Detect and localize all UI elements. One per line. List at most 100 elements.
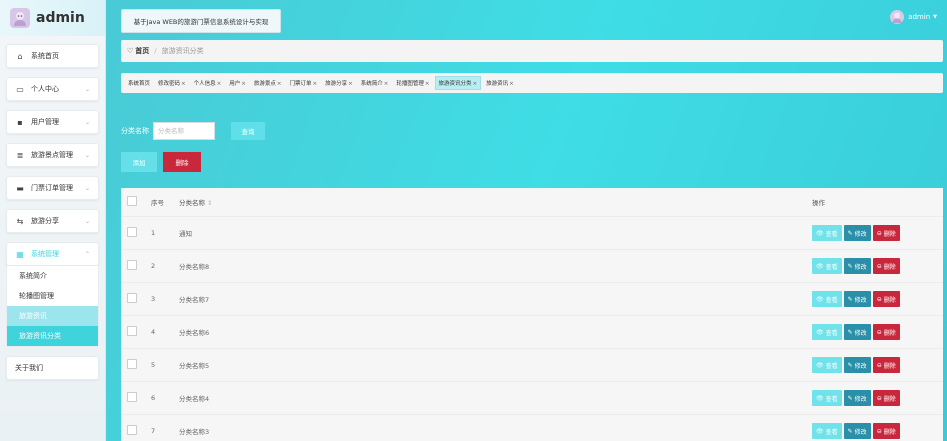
row-checkbox[interactable]: [127, 227, 137, 237]
row-checkbox[interactable]: [127, 326, 137, 336]
close-icon[interactable]: ×: [241, 81, 246, 87]
close-icon[interactable]: ×: [277, 81, 282, 87]
view-button[interactable]: 👁 查看: [812, 357, 842, 373]
view-button[interactable]: 👁 查看: [812, 423, 842, 439]
close-icon[interactable]: ×: [181, 81, 186, 87]
query-button[interactable]: 查询: [231, 122, 265, 140]
tab-7[interactable]: 系统简介×: [358, 77, 392, 89]
delete-label: 删除: [883, 230, 896, 238]
row-index: 3: [150, 282, 178, 316]
close-icon[interactable]: ×: [313, 81, 318, 87]
row-delete-button[interactable]: ⊖ 删除: [872, 423, 900, 439]
row-delete-button[interactable]: ⊖ 删除: [872, 390, 900, 406]
edit-button[interactable]: ✎ 修改: [843, 258, 871, 274]
submenu-item-system-intro[interactable]: 系统简介: [7, 266, 98, 286]
delete-icon: ⊖: [876, 229, 882, 237]
action-row: 添加 删除: [121, 152, 201, 172]
row-delete-button[interactable]: ⊖ 删除: [872, 324, 900, 340]
close-icon[interactable]: ×: [425, 81, 430, 87]
tab-3[interactable]: 用户×: [226, 77, 249, 89]
tab-8[interactable]: 轮播图管理×: [393, 77, 432, 89]
submenu-item-news-category[interactable]: 旅游资讯分类: [7, 326, 98, 346]
pencil-icon: ✎: [847, 328, 853, 336]
edit-button[interactable]: ✎ 修改: [843, 225, 871, 241]
add-button[interactable]: 添加: [121, 152, 157, 172]
close-icon[interactable]: ×: [348, 81, 353, 87]
eye-icon: 👁: [816, 361, 824, 369]
tab-4[interactable]: 旅游景点×: [251, 77, 285, 89]
view-button[interactable]: 👁 查看: [812, 258, 842, 274]
tab-2[interactable]: 个人信息×: [191, 77, 225, 89]
sidebar-item-user-management[interactable]: ▪ 用户管理 ⌄: [6, 110, 99, 134]
tab-1[interactable]: 修改密码×: [155, 77, 189, 89]
header-name[interactable]: 分类名称 ⇕: [178, 188, 811, 217]
edit-button[interactable]: ✎ 修改: [843, 357, 871, 373]
tab-0[interactable]: 系统首页: [125, 77, 153, 89]
home-icon: ⌂: [17, 51, 23, 61]
select-all-checkbox[interactable]: [127, 196, 137, 206]
submenu-item-travel-news[interactable]: 旅游资讯: [7, 306, 98, 326]
eye-icon: 👁: [816, 427, 824, 435]
edit-button[interactable]: ✎ 修改: [843, 324, 871, 340]
main-content: 基于Java WEB的旅游门票信息系统设计与实现 admin ▼ ♡ 首页 / …: [106, 0, 947, 441]
view-button[interactable]: 👁 查看: [812, 390, 842, 406]
row-name: 分类名称4: [178, 381, 811, 415]
tab-5[interactable]: 门票订单×: [287, 77, 321, 89]
sidebar-item-about[interactable]: 关于我们: [6, 356, 99, 380]
row-delete-button[interactable]: ⊖ 删除: [872, 258, 900, 274]
table-row: 7 分类名称3 👁 查看 ✎ 修改 ⊖ 删除: [121, 414, 943, 441]
view-button[interactable]: 👁 查看: [812, 324, 842, 340]
table-header-row: 序号 分类名称 ⇕ 操作: [121, 188, 943, 217]
edit-button[interactable]: ✎ 修改: [843, 291, 871, 307]
edit-button[interactable]: ✎ 修改: [843, 423, 871, 439]
edit-label: 修改: [854, 428, 867, 436]
row-checkbox[interactable]: [127, 392, 137, 402]
sidebar-item-ticket-orders[interactable]: ▬ 门票订单管理 ⌄: [6, 176, 99, 200]
tab-6[interactable]: 旅游分享×: [322, 77, 356, 89]
row-checkbox[interactable]: [127, 425, 137, 435]
pencil-icon: ✎: [847, 427, 853, 435]
edit-label: 修改: [854, 329, 867, 337]
view-label: 查看: [825, 296, 838, 304]
tab-label: 旅游资讯: [486, 81, 509, 87]
chevron-down-icon: ⌄: [84, 151, 90, 159]
sidebar-item-label: 系统首页: [31, 52, 59, 60]
tab-9[interactable]: 旅游资讯分类×: [434, 76, 482, 90]
pencil-icon: ✎: [847, 262, 853, 270]
row-checkbox[interactable]: [127, 293, 137, 303]
close-icon[interactable]: ×: [473, 81, 478, 87]
header-name-label: 分类名称: [179, 199, 205, 207]
breadcrumb-home[interactable]: 首页: [135, 46, 149, 56]
close-icon[interactable]: ×: [509, 81, 514, 87]
sidebar-item-attractions[interactable]: ≣ 旅游景点管理 ⌄: [6, 143, 99, 167]
row-delete-button[interactable]: ⊖ 删除: [872, 225, 900, 241]
row-name: 分类名称5: [178, 348, 811, 382]
view-button[interactable]: 👁 查看: [812, 225, 842, 241]
user-menu[interactable]: admin ▼: [890, 10, 937, 24]
delete-label: 删除: [883, 428, 896, 436]
delete-button[interactable]: 删除: [163, 152, 201, 172]
sidebar-item-system-management[interactable]: ▦ 系统管理 ⌃: [6, 242, 99, 266]
sidebar-item-home[interactable]: ⌂ 系统首页: [6, 44, 99, 68]
row-delete-button[interactable]: ⊖ 删除: [872, 357, 900, 373]
sidebar-item-personal-center[interactable]: ▭ 个人中心 ⌄: [6, 77, 99, 101]
sidebar-item-travel-share[interactable]: ⇆ 旅游分享 ⌄: [6, 209, 99, 233]
close-icon[interactable]: ×: [217, 81, 222, 87]
row-checkbox[interactable]: [127, 260, 137, 270]
delete-icon: ⊖: [876, 427, 882, 435]
submenu-item-carousel[interactable]: 轮播图管理: [7, 286, 98, 306]
avatar: [10, 8, 30, 28]
edit-button[interactable]: ✎ 修改: [843, 390, 871, 406]
search-input[interactable]: [153, 122, 215, 140]
row-delete-button[interactable]: ⊖ 删除: [872, 291, 900, 307]
row-index: 7: [150, 414, 178, 441]
tab-10[interactable]: 旅游资讯×: [483, 77, 517, 89]
table-row: 1 通知 👁 查看 ✎ 修改 ⊖ 删除: [121, 216, 943, 250]
tab-label: 轮播图管理: [396, 81, 424, 87]
system-submenu: 系统简介 轮播图管理 旅游资讯 旅游资讯分类: [6, 266, 99, 347]
caret-down-icon: ▼: [933, 14, 937, 20]
view-button[interactable]: 👁 查看: [812, 291, 842, 307]
close-icon[interactable]: ×: [384, 81, 389, 87]
row-checkbox[interactable]: [127, 359, 137, 369]
eye-icon: 👁: [816, 295, 824, 303]
